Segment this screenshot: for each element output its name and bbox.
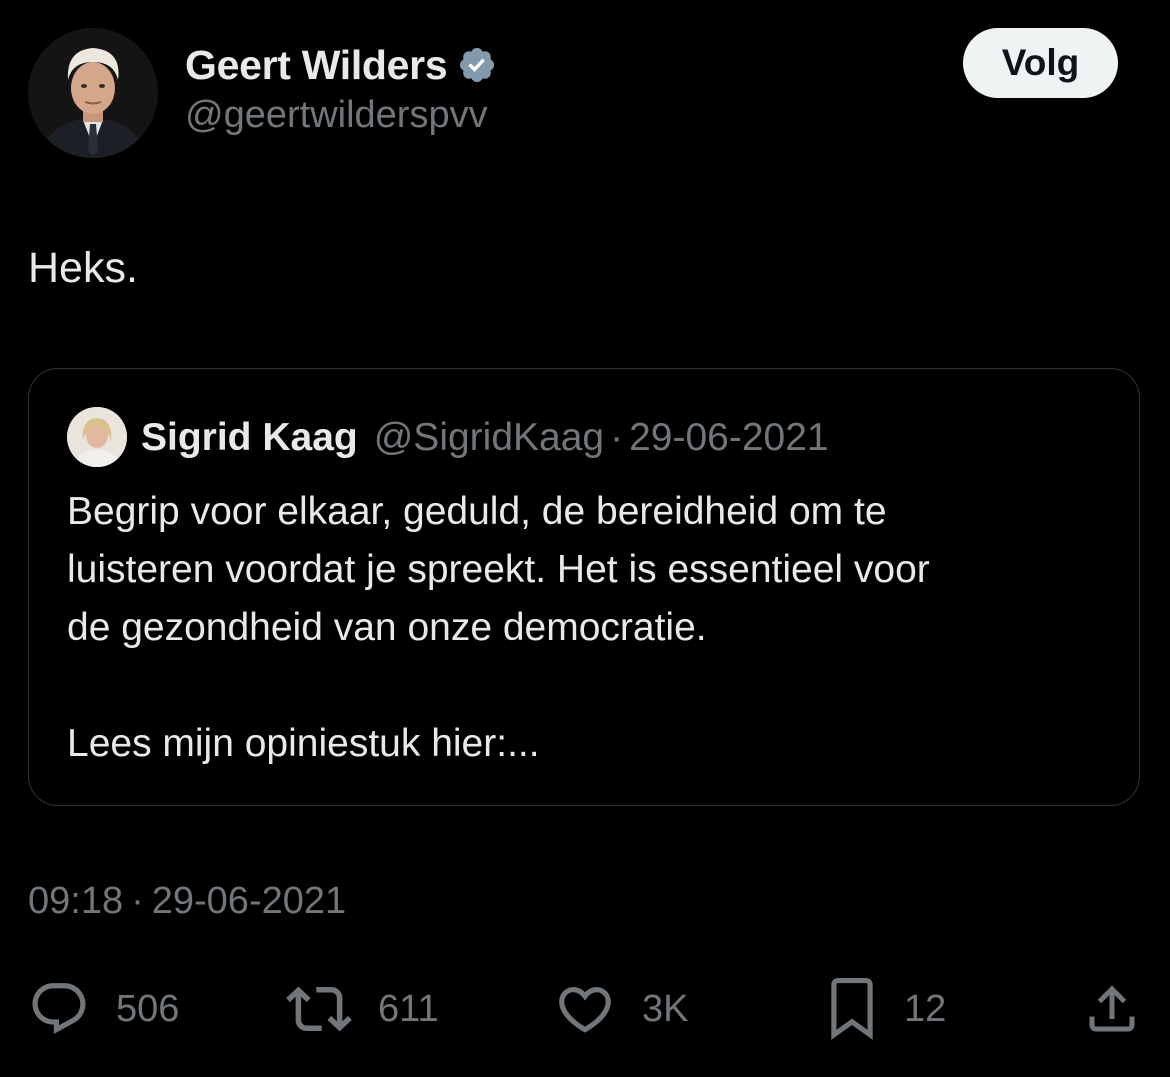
reply-count: 506 [116,987,180,1030]
quoted-author-handle[interactable]: @SigridKaag [374,416,604,460]
quoted-tweet-header: Sigrid Kaag @SigridKaag · 29-06-2021 [141,409,829,467]
quoted-text-line: luisteren voordat je spreekt. Het is ess… [67,548,930,591]
tweet-timestamp[interactable]: 09:18 · 29-06-2021 [28,880,346,923]
quoted-tweet-text: Begrip voor elkaar, geduld, de bereidhei… [67,483,1117,773]
author-avatar[interactable] [28,28,158,158]
reply-button[interactable]: 506 [28,978,179,1040]
heart-icon [554,978,616,1040]
bookmark-count: 12 [904,987,947,1030]
author-name-row: Geert Wilders [185,38,497,92]
like-count: 3K [642,987,689,1030]
quoted-text-line: Begrip voor elkaar, geduld, de bereidhei… [67,490,887,533]
like-button[interactable]: 3K [554,978,688,1040]
verified-badge-icon [457,45,497,85]
quoted-tweet-card[interactable]: Sigrid Kaag @SigridKaag · 29-06-2021 Beg… [28,368,1140,806]
bookmark-icon [826,978,878,1040]
share-button[interactable] [1082,978,1142,1040]
quoted-text-line: de gezondheid van onze democratie. [67,606,707,649]
tweet-time: 09:18 [28,880,124,922]
bookmark-button[interactable]: 12 [826,978,946,1040]
retweet-count: 611 [378,987,439,1030]
author-name[interactable]: Geert Wilders [185,42,448,89]
quoted-author-name[interactable]: Sigrid Kaag [141,416,358,460]
retweet-button[interactable]: 611 [286,978,439,1040]
follow-button[interactable]: Volg [963,28,1118,98]
tweet-date: 29-06-2021 [151,880,347,922]
author-handle[interactable]: @geertwilderspvv [185,94,488,137]
share-upload-icon [1082,979,1142,1039]
retweet-arrows-icon [286,976,352,1042]
quoted-author-avatar[interactable] [67,407,127,467]
quoted-text-line: Lees mijn opiniestuk hier:... [67,722,540,765]
quoted-tweet-date: 29-06-2021 [629,416,829,459]
timestamp-separator: · [131,880,144,922]
tweet-text: Heks. [28,244,138,292]
quoted-separator: · [610,416,624,459]
speech-bubble-icon [28,978,90,1040]
